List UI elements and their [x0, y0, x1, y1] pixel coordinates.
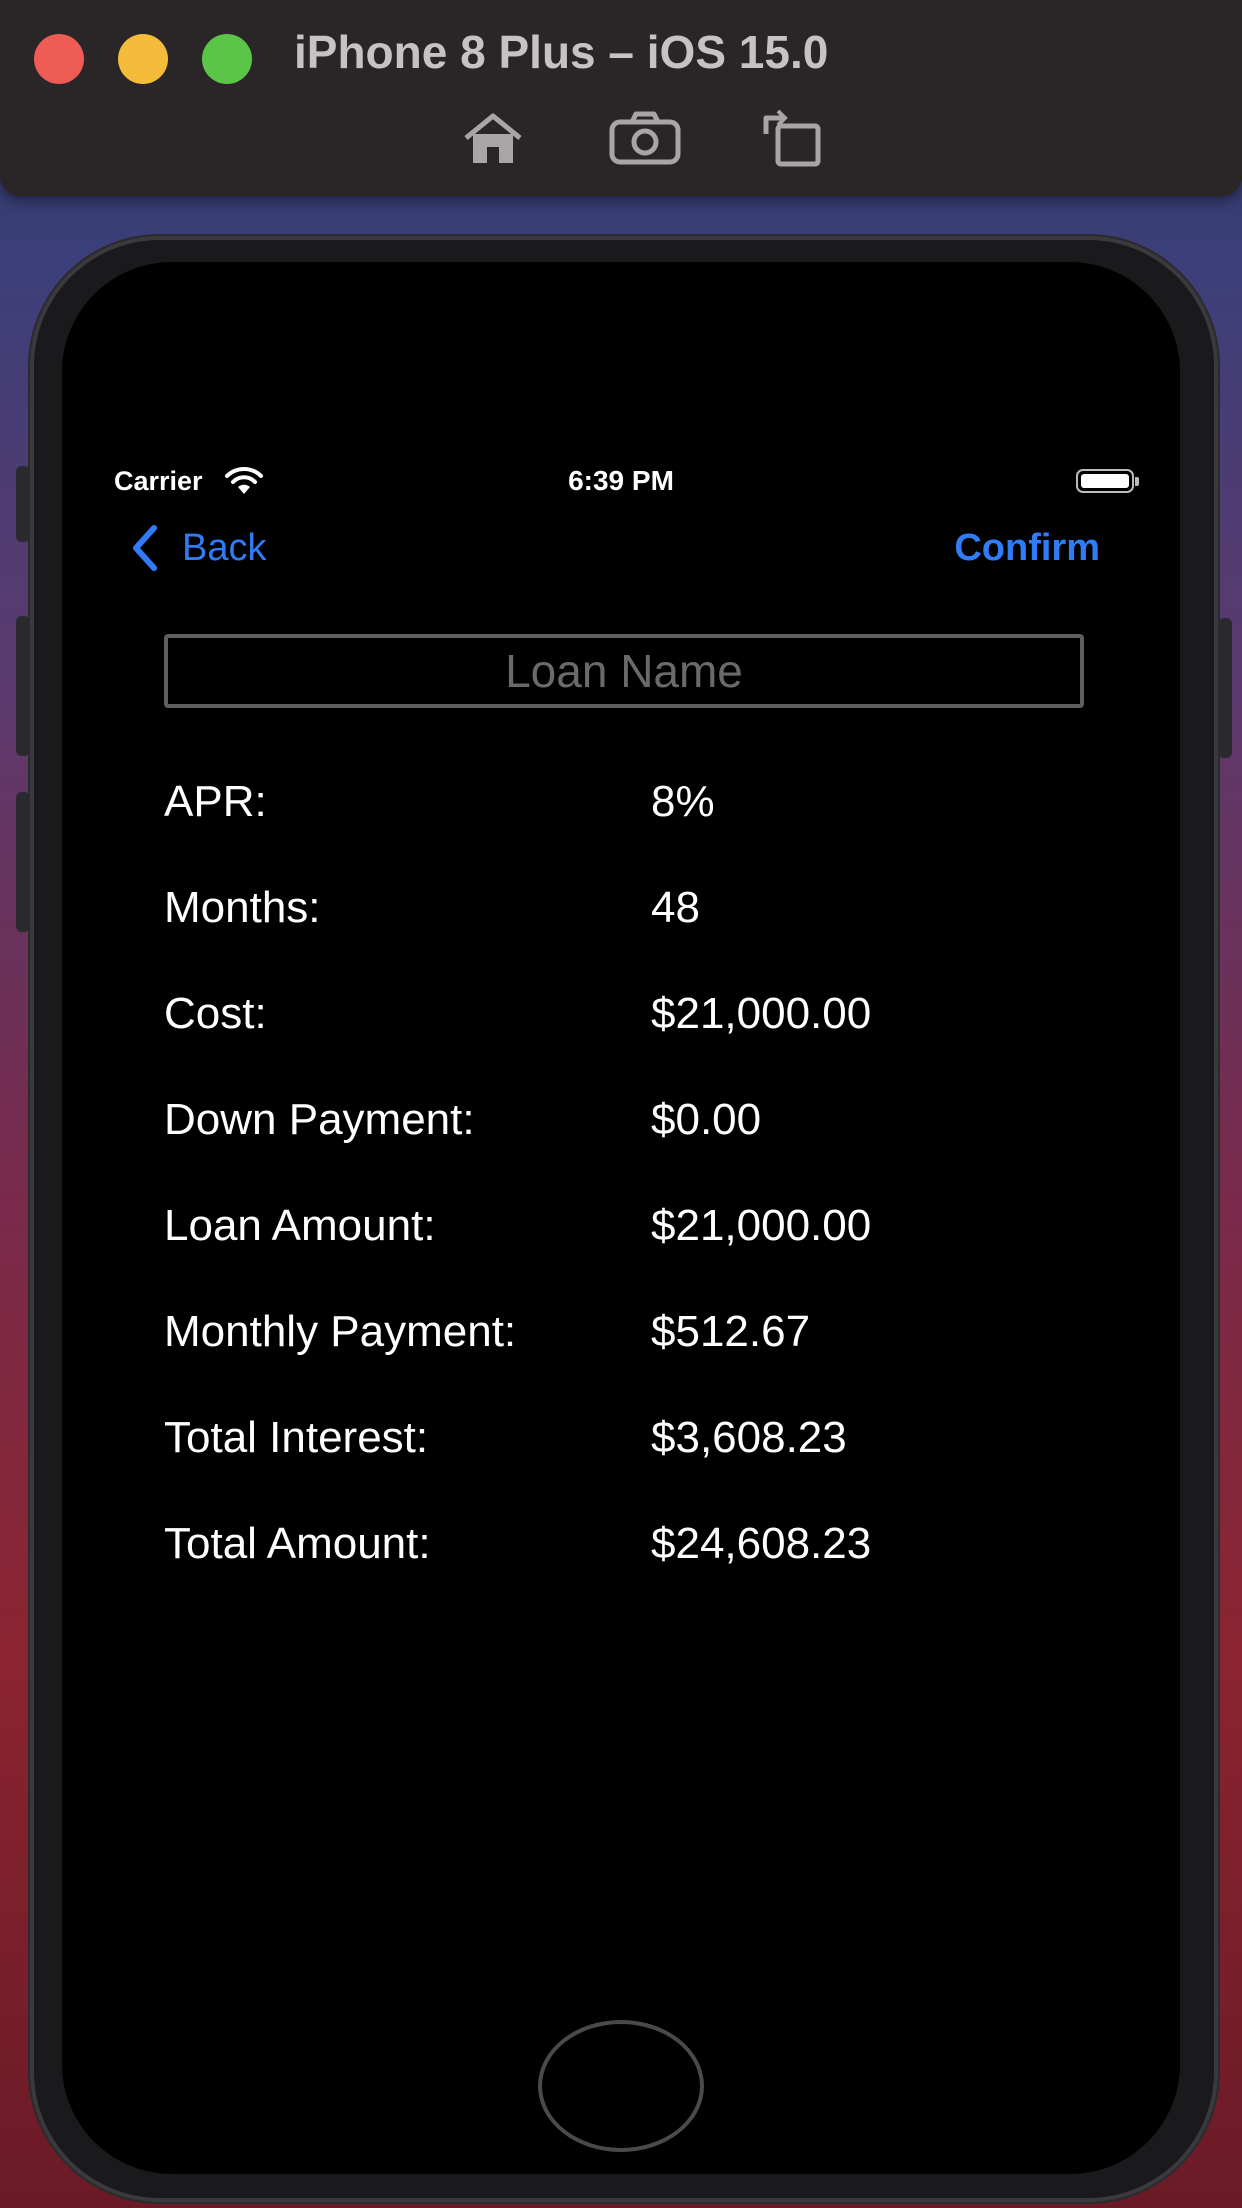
loan-amount-row: Loan Amount: $21,000.00 — [164, 1196, 1084, 1256]
down-payment-label: Down Payment: — [164, 1095, 475, 1144]
power-button — [1218, 618, 1232, 758]
rotate-icon[interactable] — [758, 108, 832, 168]
status-bar: Carrier 6:39 PM — [62, 460, 1180, 502]
back-label: Back — [182, 526, 267, 569]
chevron-left-icon — [133, 525, 157, 571]
cost-value: $21,000.00 — [651, 989, 872, 1038]
cost-label: Cost: — [164, 989, 267, 1038]
monthly-payment-label: Monthly Payment: — [164, 1307, 517, 1356]
home-button[interactable] — [538, 2020, 704, 2152]
loan-amount-label: Loan Amount: — [164, 1201, 436, 1250]
months-value: 48 — [651, 883, 700, 932]
mute-switch — [16, 466, 30, 542]
monthly-payment-row: Monthly Payment: $512.67 — [164, 1302, 1084, 1362]
simulator-title-bar: iPhone 8 Plus – iOS 15.0 — [0, 0, 1242, 196]
loan-amount-value: $21,000.00 — [651, 1201, 872, 1250]
close-window-button[interactable] — [34, 34, 84, 84]
down-payment-row: Down Payment: $0.00 — [164, 1090, 1084, 1150]
total-amount-label: Total Amount: — [164, 1519, 431, 1568]
apr-value: 8% — [651, 777, 715, 826]
confirm-button[interactable]: Confirm — [954, 518, 1100, 578]
back-button[interactable]: Back — [128, 518, 266, 578]
total-amount-row: Total Amount: $24,608.23 — [164, 1514, 1084, 1574]
clock: 6:39 PM — [568, 465, 674, 496]
apr-label: APR: — [164, 777, 267, 826]
cost-row: Cost: $21,000.00 — [164, 984, 1084, 1044]
months-row: Months: 48 — [164, 878, 1084, 938]
simulator-title: iPhone 8 Plus – iOS 15.0 — [294, 26, 829, 78]
zoom-window-button[interactable] — [202, 34, 252, 84]
total-interest-row: Total Interest: $3,608.23 — [164, 1408, 1084, 1468]
battery-icon — [1076, 469, 1139, 493]
home-icon[interactable] — [456, 108, 530, 168]
months-label: Months: — [164, 883, 321, 932]
total-amount-value: $24,608.23 — [651, 1519, 872, 1568]
minimize-window-button[interactable] — [118, 34, 168, 84]
loan-name-input[interactable] — [164, 634, 1084, 708]
total-interest-label: Total Interest: — [164, 1413, 429, 1462]
camera-icon[interactable] — [608, 108, 682, 168]
down-payment-value: $0.00 — [651, 1095, 762, 1144]
apr-row: APR: 8% — [164, 772, 1084, 832]
volume-up-button — [16, 616, 30, 756]
volume-down-button — [16, 792, 30, 932]
monthly-payment-value: $512.67 — [651, 1307, 811, 1356]
total-interest-value: $3,608.23 — [651, 1413, 847, 1462]
